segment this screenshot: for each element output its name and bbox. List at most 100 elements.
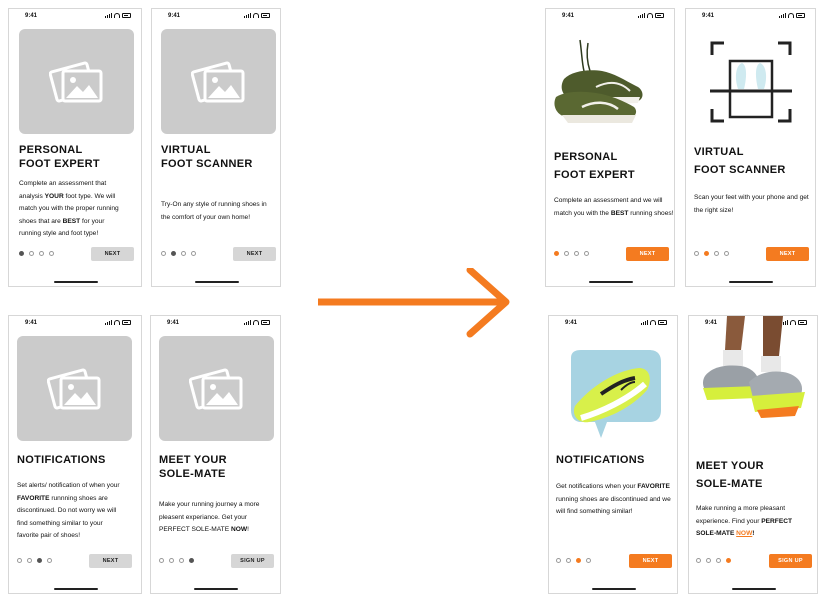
before-screen-meet-your-sole-mate: 9:41 MEET YOUR SOLE-MATE Make your runni… — [150, 315, 281, 594]
screen-title: MEET YOUR SOLE-MATE — [696, 457, 764, 493]
next-button[interactable]: NEXT — [629, 554, 672, 568]
battery-icon — [655, 13, 664, 18]
after-screen-notifications: 9:41 NOTIFICATIONS Get notifications whe… — [548, 315, 678, 594]
wifi-icon — [114, 13, 120, 18]
page-dot[interactable] — [716, 558, 721, 563]
home-indicator — [54, 588, 98, 590]
status-time: 9:41 — [25, 320, 38, 326]
screen-description: Set alerts/ notification of when your FA… — [17, 482, 120, 539]
page-dot[interactable] — [726, 558, 731, 563]
page-dot[interactable] — [696, 558, 701, 563]
page-dot[interactable] — [27, 558, 32, 563]
page-dot[interactable] — [159, 558, 164, 563]
status-bar: 9:41 — [546, 9, 674, 25]
page-dot[interactable] — [694, 251, 699, 256]
signal-icon — [105, 320, 112, 325]
page-dot[interactable] — [714, 251, 719, 256]
next-button[interactable]: NEXT — [233, 247, 276, 261]
screen-title: VIRTUAL FOOT SCANNER — [694, 143, 786, 179]
wifi-icon — [788, 13, 794, 18]
page-dot[interactable] — [554, 251, 559, 256]
page-dot[interactable] — [49, 251, 54, 256]
home-indicator — [194, 588, 238, 590]
sign-up-button[interactable]: SIGN UP — [231, 554, 274, 568]
page-indicator — [694, 251, 729, 256]
screen-description: Complete an assessment and we will match… — [554, 197, 674, 217]
title-line-2: FOOT EXPERT — [19, 158, 100, 170]
screen-description: Scan your feet with your phone and get t… — [694, 194, 809, 214]
page-dot[interactable] — [566, 558, 571, 563]
after-screen-virtual-foot-scanner: 9:41 VIRTUAL FOOT SCANNER Scan your feet… — [685, 8, 816, 287]
image-placeholder-icon — [190, 61, 244, 102]
screen-description: Make running a more pleasant experience.… — [696, 505, 793, 537]
page-indicator — [17, 558, 52, 563]
screen-title: PERSONAL FOOT EXPERT — [554, 148, 635, 184]
signal-icon — [244, 320, 251, 325]
page-dot[interactable] — [37, 558, 42, 563]
green-sneakers-image — [554, 39, 643, 123]
title-line-1: NOTIFICATIONS — [17, 454, 106, 466]
page-dot[interactable] — [576, 558, 581, 563]
next-button[interactable]: NEXT — [766, 247, 809, 261]
page-dot[interactable] — [161, 251, 166, 256]
screen-title: NOTIFICATIONS — [17, 453, 106, 467]
home-indicator — [732, 588, 776, 590]
page-dot[interactable] — [556, 558, 561, 563]
after-screen-meet-your-sole-mate: 9:41 MEET YOUR SOLE-MATE Make running a … — [688, 315, 818, 594]
image-placeholder — [19, 29, 134, 134]
page-dot[interactable] — [19, 251, 24, 256]
page-dot[interactable] — [706, 558, 711, 563]
title-line-1: VIRTUAL — [161, 144, 211, 156]
wifi-icon — [650, 320, 656, 325]
screen-description: Try-On any style of running shoes in the… — [161, 201, 267, 221]
title-line-1: PERSONAL — [19, 144, 83, 156]
before-screen-virtual-foot-scanner: 9:41 VIRTUAL FOOT SCANNER Try-On any sty… — [151, 8, 281, 287]
page-dot[interactable] — [564, 251, 569, 256]
home-indicator — [592, 588, 636, 590]
page-dot[interactable] — [17, 558, 22, 563]
status-bar: 9:41 — [9, 316, 141, 332]
home-indicator — [729, 281, 773, 283]
title-line-1: NOTIFICATIONS — [556, 454, 645, 466]
page-dot[interactable] — [181, 251, 186, 256]
wifi-icon — [253, 320, 259, 325]
page-dot[interactable] — [704, 251, 709, 256]
title-line-2: FOOT EXPERT — [554, 169, 635, 181]
page-dot[interactable] — [169, 558, 174, 563]
notification-bubble-sneaker-image — [571, 350, 661, 438]
page-dot[interactable] — [171, 251, 176, 256]
foot-scanner-icon — [710, 41, 792, 123]
next-button[interactable]: NEXT — [626, 247, 669, 261]
title-line-2: SOLE-MATE — [696, 478, 763, 490]
page-dot[interactable] — [29, 251, 34, 256]
page-dot[interactable] — [191, 251, 196, 256]
screen-title: MEET YOUR SOLE-MATE — [159, 453, 227, 481]
battery-icon — [122, 320, 131, 325]
page-indicator — [556, 558, 591, 563]
next-button[interactable]: NEXT — [89, 554, 132, 568]
page-dot[interactable] — [179, 558, 184, 563]
status-time: 9:41 — [168, 13, 181, 19]
page-dot[interactable] — [189, 558, 194, 563]
page-dot[interactable] — [724, 251, 729, 256]
next-button[interactable]: NEXT — [91, 247, 134, 261]
before-screen-notifications: 9:41 NOTIFICATIONS Set alerts/ notificat… — [8, 315, 142, 594]
signal-icon — [638, 13, 645, 18]
sign-up-button[interactable]: SIGN UP — [769, 554, 812, 568]
page-dot[interactable] — [47, 558, 52, 563]
page-dot[interactable] — [39, 251, 44, 256]
title-line-1: PERSONAL — [554, 151, 618, 163]
arrow-right-icon — [318, 268, 510, 338]
after-screen-personal-foot-expert: 9:41 PERSONAL FOOT EXPERT Complete an as… — [545, 8, 675, 287]
title-line-1: MEET YOUR — [159, 454, 227, 466]
image-placeholder — [161, 29, 276, 134]
signal-icon — [105, 13, 112, 18]
status-bar: 9:41 — [152, 9, 280, 25]
page-dot[interactable] — [584, 251, 589, 256]
status-bar: 9:41 — [9, 9, 141, 25]
screen-description: Make your running journey a more pleasen… — [159, 501, 260, 533]
page-dot[interactable] — [586, 558, 591, 563]
before-screen-personal-foot-expert: 9:41 PERSONAL FOOT EXPERT Complete an as… — [8, 8, 142, 287]
page-dot[interactable] — [574, 251, 579, 256]
status-time: 9:41 — [562, 13, 575, 19]
